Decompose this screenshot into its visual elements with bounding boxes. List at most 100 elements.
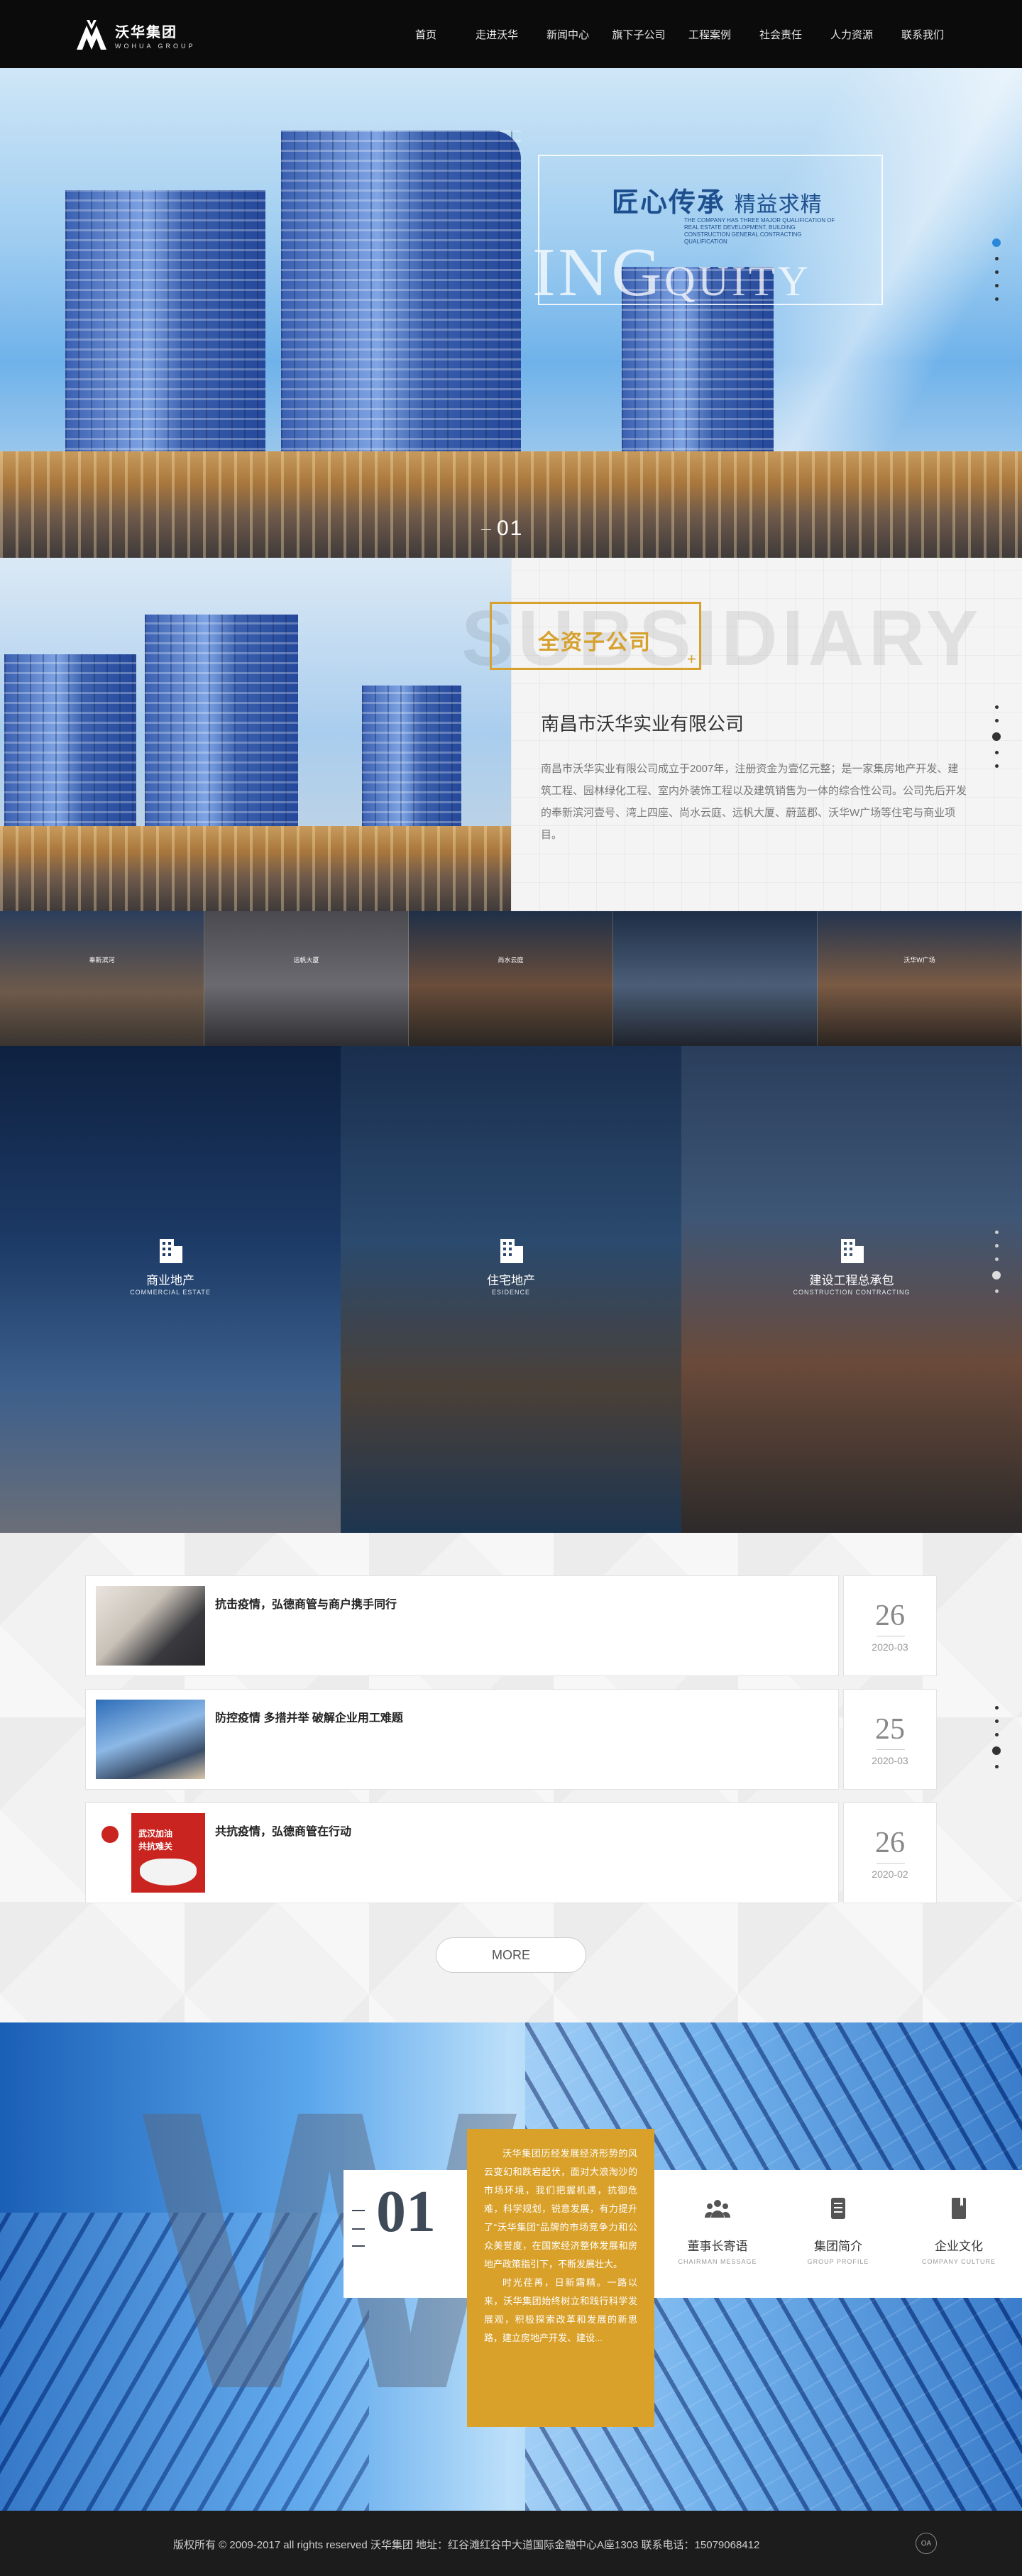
project-thumb-caption: 沃华W广场: [903, 957, 935, 964]
news-item[interactable]: 抗击疫情，弘德商管与商户携手同行 26 2020-03: [85, 1575, 937, 1676]
nav-home[interactable]: 首页: [390, 27, 461, 42]
hero-big-english: INGQUITY: [532, 233, 811, 312]
news-date-divider: [877, 1749, 905, 1750]
pager-dot[interactable]: [994, 1257, 999, 1261]
people-icon: [705, 2200, 730, 2218]
subsidiary-section: SUBSIDIARY 全资子公司 + 南昌市沃华实业有限公司 南昌市沃华实业有限…: [0, 558, 1022, 911]
pager-dot-active[interactable]: [992, 1746, 1001, 1755]
business-section: 商业地产 COMMERCIAL ESTATE 住宅地产 ESIDENCE 建设工…: [0, 1046, 1022, 1533]
nav-projects[interactable]: 工程案例: [674, 27, 745, 42]
about-link-english: COMPANY CULTURE: [921, 2258, 996, 2265]
nav-contact[interactable]: 联系我们: [887, 27, 958, 42]
pager-dot[interactable]: [994, 1706, 999, 1710]
building-icon: [841, 1239, 864, 1263]
hero-slogan-sub: 精益求精: [734, 193, 823, 216]
project-thumb[interactable]: 奉新滨河: [0, 911, 204, 1046]
pager-dot-active[interactable]: [992, 238, 1001, 247]
about-link-english: GROUP PROFILE: [807, 2258, 869, 2265]
nav-news[interactable]: 新闻中心: [532, 27, 603, 42]
pager-dot[interactable]: [994, 751, 999, 754]
subsidiary-building-3: [362, 686, 461, 843]
news-card[interactable]: 武汉加油 共抗难关 共抗疫情，弘德商管在行动: [85, 1802, 839, 1903]
pager-dot-active[interactable]: [992, 732, 1001, 741]
nav-hr[interactable]: 人力资源: [816, 27, 887, 42]
news-section: 抗击疫情，弘德商管与商户携手同行 26 2020-03 防控疫情 多措并举 破解…: [0, 1533, 1022, 2022]
project-thumb[interactable]: 尚水云庭: [409, 911, 613, 1046]
site-logo[interactable]: 沃华集团 WOHUA GROUP: [74, 18, 196, 51]
news-title[interactable]: 防控疫情 多措并举 破解企业用工难题: [215, 1708, 403, 1725]
site-header: 沃华集团 WOHUA GROUP 首页 走进沃华 新闻中心 旗下子公司 工程案例…: [0, 0, 1022, 68]
link-company-culture[interactable]: 企业文化 COMPANY CULTURE: [899, 2194, 1019, 2265]
business-name: 商业地产: [146, 1274, 194, 1287]
pager-dot[interactable]: [994, 1765, 999, 1768]
news-day: 25: [875, 1713, 905, 1746]
pager-dot[interactable]: [994, 1231, 999, 1234]
pager-dot[interactable]: [994, 705, 999, 709]
pager-dot[interactable]: [994, 270, 999, 274]
news-title[interactable]: 共抗疫情，弘德商管在行动: [215, 1822, 351, 1839]
project-thumbnail-strip: 奉新滨河 远帆大厦 尚水云庭 沃华W广场: [0, 911, 1022, 1046]
project-thumb[interactable]: [613, 911, 818, 1046]
logo-name: 沃华集团: [115, 24, 177, 40]
news-card[interactable]: 抗击疫情，弘德商管与商户携手同行: [85, 1575, 839, 1676]
news-date-divider: [877, 1863, 905, 1864]
news-more-button[interactable]: MORE: [436, 1937, 586, 1973]
hero-slogan-main: 匠心传承: [612, 188, 726, 218]
hero-building-center: [281, 131, 521, 480]
project-thumb[interactable]: 远帆大厦: [204, 911, 409, 1046]
logo-mark-icon: [77, 20, 106, 50]
pager-dot[interactable]: [994, 257, 999, 260]
pager-dot[interactable]: [994, 297, 999, 301]
subsidiary-image: [0, 558, 511, 911]
hero-big-english-b: QUITY: [664, 258, 811, 304]
about-number-line: [352, 2228, 365, 2230]
business-commercial[interactable]: 商业地产 COMMERCIAL ESTATE: [0, 1046, 341, 1533]
pager-dot[interactable]: [994, 284, 999, 287]
nav-social-responsibility[interactable]: 社会责任: [745, 27, 816, 42]
link-group-profile[interactable]: 集团简介 GROUP PROFILE: [778, 2194, 899, 2265]
hero-building-left: [65, 190, 265, 480]
about-number-line: [352, 2245, 365, 2247]
pager-dot[interactable]: [994, 719, 999, 722]
news-pager: [992, 1706, 1001, 1768]
news-month: 2020-03: [872, 1755, 908, 1766]
news-item[interactable]: 武汉加油 共抗难关 共抗疫情，弘德商管在行动 26 2020-02: [85, 1802, 937, 1903]
news-thumb: [96, 1700, 205, 1779]
news-item[interactable]: 防控疫情 多措并举 破解企业用工难题 25 2020-03: [85, 1689, 937, 1790]
book-icon: [952, 2198, 966, 2219]
business-english: ESIDENCE: [491, 1289, 530, 1296]
pager-dot[interactable]: [994, 1719, 999, 1723]
footer-copyright: 版权所有 © 2009-2017 all rights reserved 沃华集…: [173, 2539, 760, 2551]
virus-icon: [101, 1826, 119, 1843]
subsidiary-description: 南昌市沃华实业有限公司成立于2007年，注册资金为壹亿元整；是一家集房地产开发、…: [541, 763, 967, 841]
link-chairman-message[interactable]: 董事长寄语 CHAIRMAN MESSAGE: [657, 2194, 778, 2265]
hero-pager: [992, 238, 1001, 301]
subsidiary-building-2: [145, 615, 298, 843]
hero-big-english-a: ING: [532, 234, 665, 311]
oa-badge[interactable]: OA: [916, 2533, 937, 2554]
business-name: 住宅地产: [487, 1274, 535, 1287]
pager-dot-active[interactable]: [992, 1271, 1001, 1279]
subsidiary-title[interactable]: 南昌市沃华实业有限公司: [541, 710, 744, 736]
pager-dot[interactable]: [994, 1244, 999, 1248]
pager-dot[interactable]: [994, 1289, 999, 1293]
news-card[interactable]: 防控疫情 多措并举 破解企业用工难题: [85, 1689, 839, 1790]
business-construction[interactable]: 建设工程总承包 CONSTRUCTION CONTRACTING: [681, 1046, 1022, 1533]
document-icon: [831, 2198, 845, 2219]
news-thumb-text-b: 共抗难关: [138, 1842, 173, 1851]
news-date: 26 2020-03: [843, 1575, 937, 1676]
building-icon: [500, 1239, 523, 1263]
subsidiary-building-1: [4, 654, 136, 843]
pager-dot[interactable]: [994, 1733, 999, 1736]
nav-subsidiaries[interactable]: 旗下子公司: [603, 27, 674, 42]
project-thumb-caption: 远帆大厦: [293, 957, 319, 964]
project-thumb[interactable]: 沃华W广场: [818, 911, 1022, 1046]
business-residence[interactable]: 住宅地产 ESIDENCE: [341, 1046, 681, 1533]
pager-dot[interactable]: [994, 764, 999, 768]
hero-banner[interactable]: 匠心传承 精益求精 THE COMPANY HAS THREE MAJOR QU…: [0, 68, 1022, 558]
nav-about[interactable]: 走进沃华: [461, 27, 532, 42]
news-title[interactable]: 抗击疫情，弘德商管与商户携手同行: [215, 1595, 397, 1612]
about-intro-card: 沃华集团历经发展经济形势的风云变幻和跌宕起伏，面对大浪淘沙的市场环境，我们把握机…: [467, 2129, 654, 2427]
about-link-name: 集团简介: [814, 2240, 862, 2253]
news-date: 26 2020-02: [843, 1802, 937, 1903]
